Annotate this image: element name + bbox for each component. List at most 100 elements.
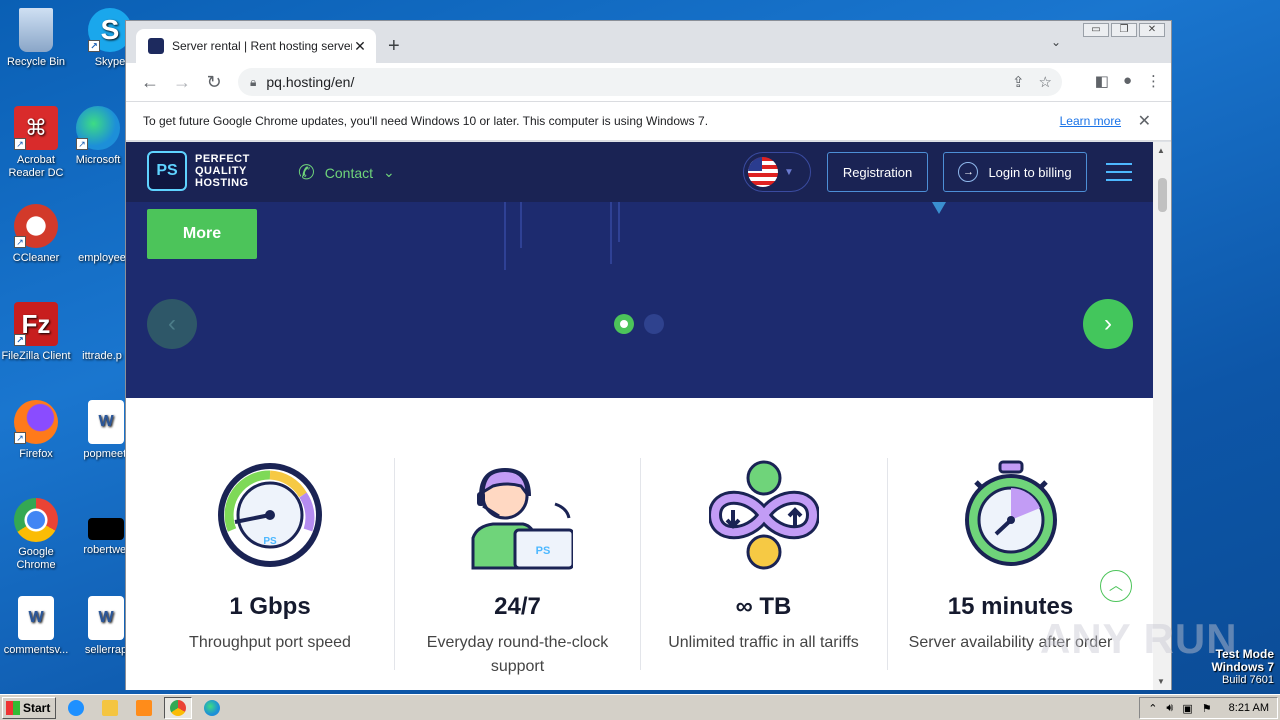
login-billing-button[interactable]: → Login to billing xyxy=(943,152,1087,192)
chrome-icon xyxy=(14,498,58,542)
logo-text: PERFECT QUALITY HOSTING xyxy=(195,153,250,189)
slider-prev-button[interactable]: ‹ xyxy=(147,299,197,349)
update-infobar: To get future Google Chrome updates, you… xyxy=(126,101,1171,141)
page-scrollbar[interactable]: ▲ ▼ xyxy=(1153,142,1171,690)
browser-tab[interactable]: Server rental | Rent hosting servers ✕ xyxy=(136,29,376,63)
feature-value: 24/7 xyxy=(494,593,541,620)
infobar-message: To get future Google Chrome updates, you… xyxy=(143,114,709,128)
desktop-icon-recycle-bin[interactable]: Recycle Bin xyxy=(0,8,76,69)
window-controls: ▭ ❐ ✕ xyxy=(1083,23,1165,37)
slider-next-button[interactable]: › xyxy=(1083,299,1133,349)
feature-card: PS 24/7 Everyday round-the-clock support xyxy=(394,458,640,675)
desktop-icon-label: Google Chrome xyxy=(16,546,56,571)
tab-title: Server rental | Rent hosting servers xyxy=(172,39,352,53)
us-flag-icon xyxy=(748,157,778,187)
stopwatch-icon xyxy=(964,460,1057,566)
acrobat-icon: ⌘ ↗ xyxy=(14,106,58,150)
desktop-icon-firefox[interactable]: ↗ Firefox xyxy=(0,400,76,461)
page-viewport: PS PERFECT QUALITY HOSTING ✆ Contact ⌄ ▼… xyxy=(126,142,1154,690)
support-agent-icon: PS xyxy=(471,467,574,570)
site-logo[interactable]: PS PERFECT QUALITY HOSTING xyxy=(147,151,250,191)
word-document-icon: W xyxy=(88,400,124,444)
media-player-icon xyxy=(136,699,152,716)
scroll-down-arrow-icon[interactable]: ▼ xyxy=(1157,677,1165,686)
decor-line xyxy=(610,202,612,264)
taskbar-chrome[interactable] xyxy=(164,696,192,719)
reload-icon[interactable]: ↻ xyxy=(198,72,230,93)
edge-icon: ↗ xyxy=(76,106,120,150)
edge-icon xyxy=(204,699,220,716)
windows-flag-icon xyxy=(6,700,20,715)
decor-line xyxy=(520,202,522,248)
taskbar-edge[interactable] xyxy=(198,697,226,719)
feature-desc: Unlimited traffic in all tariffs xyxy=(668,634,859,651)
chevron-down-icon: ▼ xyxy=(784,166,794,178)
language-selector[interactable]: ▼ xyxy=(743,152,811,192)
anyrun-watermark: ANY RUN xyxy=(1040,615,1238,662)
scrollbar-thumb[interactable] xyxy=(1158,178,1167,212)
desktop-icon-chrome[interactable]: Google Chrome xyxy=(0,498,76,572)
taskbar-explorer[interactable] xyxy=(96,697,124,719)
slider-dot-1[interactable] xyxy=(614,314,634,334)
menu-dots-icon[interactable]: ⋮ xyxy=(1146,72,1161,90)
chevron-down-icon: ⌄ xyxy=(383,164,395,180)
feature-value: 1 Gbps xyxy=(229,593,311,620)
feature-value: ∞ TB xyxy=(735,593,792,620)
watermark-line-2: Windows 7 xyxy=(1211,660,1274,674)
share-icon[interactable]: ⇪ xyxy=(1012,73,1025,91)
logo-mark-icon: PS xyxy=(147,151,187,191)
new-tab-button[interactable]: + xyxy=(388,35,400,58)
close-window-button[interactable]: ✕ xyxy=(1139,23,1165,37)
tray-expand-icon[interactable]: ⌃ xyxy=(1148,702,1157,715)
taskbar-media-player[interactable] xyxy=(130,697,158,719)
login-arrow-icon: → xyxy=(958,162,979,182)
document-icon xyxy=(80,302,124,346)
registration-button[interactable]: Registration xyxy=(827,152,928,192)
feature-desc: Everyday round-the-clock support xyxy=(426,634,609,675)
minimize-button[interactable]: ▭ xyxy=(1083,23,1109,37)
browser-toolbar: ← → ↻ 🔒︎ pq.hosting/en/ ⇪ ☆ ◧ ● ⋮ xyxy=(126,63,1171,101)
svg-text:PS: PS xyxy=(263,536,277,547)
profile-icon[interactable]: ● xyxy=(1123,72,1132,90)
hero-slider: More ‹ › xyxy=(126,202,1154,398)
url-text: pq.hosting/en/ xyxy=(266,74,355,90)
infobar-close-icon[interactable]: ✕ xyxy=(1138,111,1151,131)
scroll-up-arrow-icon[interactable]: ▲ xyxy=(1157,146,1165,155)
chrome-icon xyxy=(170,699,186,716)
side-panel-icon[interactable]: ◧ xyxy=(1095,72,1109,90)
recycle-bin-icon xyxy=(19,8,53,52)
forward-icon[interactable]: → xyxy=(166,72,198,93)
tab-search-icon[interactable]: ⌄ xyxy=(1051,35,1061,49)
filezilla-icon: Fz ↗ xyxy=(14,302,58,346)
test-mode-watermark: Test Mode Windows 7 Build 7601 xyxy=(1211,648,1274,687)
address-bar[interactable]: 🔒︎ pq.hosting/en/ ⇪ ☆ xyxy=(238,68,1062,96)
decor-line xyxy=(618,202,620,242)
word-document-icon: W xyxy=(18,596,54,640)
learn-more-link[interactable]: Learn more xyxy=(1060,114,1121,128)
phone-icon: ✆ xyxy=(298,162,315,184)
more-button[interactable]: More xyxy=(147,209,257,259)
tab-close-icon[interactable]: ✕ xyxy=(352,38,368,55)
firefox-icon: ↗ xyxy=(14,400,58,444)
desktop-icon-label: commentsv... xyxy=(3,644,69,656)
desktop-icon-comments[interactable]: W commentsv... xyxy=(0,596,76,657)
document-icon xyxy=(80,204,124,248)
taskbar-ie[interactable] xyxy=(62,697,90,719)
action-center-flag-icon[interactable]: ⚑ xyxy=(1202,702,1212,715)
slider-dot-2[interactable] xyxy=(644,314,664,334)
bookmark-star-icon[interactable]: ☆ xyxy=(1039,73,1052,91)
back-icon[interactable]: ← xyxy=(134,72,166,93)
volume-icon[interactable]: 🔊︎ xyxy=(1166,702,1173,715)
start-button[interactable]: Start xyxy=(2,696,56,719)
scroll-to-top-button[interactable]: ︿ xyxy=(1100,570,1132,602)
network-icon[interactable]: ▣ xyxy=(1182,702,1192,715)
clock[interactable]: 8:21 AM xyxy=(1229,702,1269,714)
hamburger-menu-icon[interactable] xyxy=(1106,163,1132,187)
desktop-icon-label: Recycle Bin xyxy=(6,56,66,68)
contact-dropdown[interactable]: ✆ Contact ⌄ xyxy=(298,160,395,185)
feature-card: PS 1 Gbps Throughput port speed xyxy=(147,458,393,670)
lock-icon: 🔒︎ xyxy=(250,74,257,89)
login-label: Login to billing xyxy=(988,164,1072,180)
maximize-button[interactable]: ❐ xyxy=(1111,23,1137,37)
favicon-icon xyxy=(148,38,164,54)
